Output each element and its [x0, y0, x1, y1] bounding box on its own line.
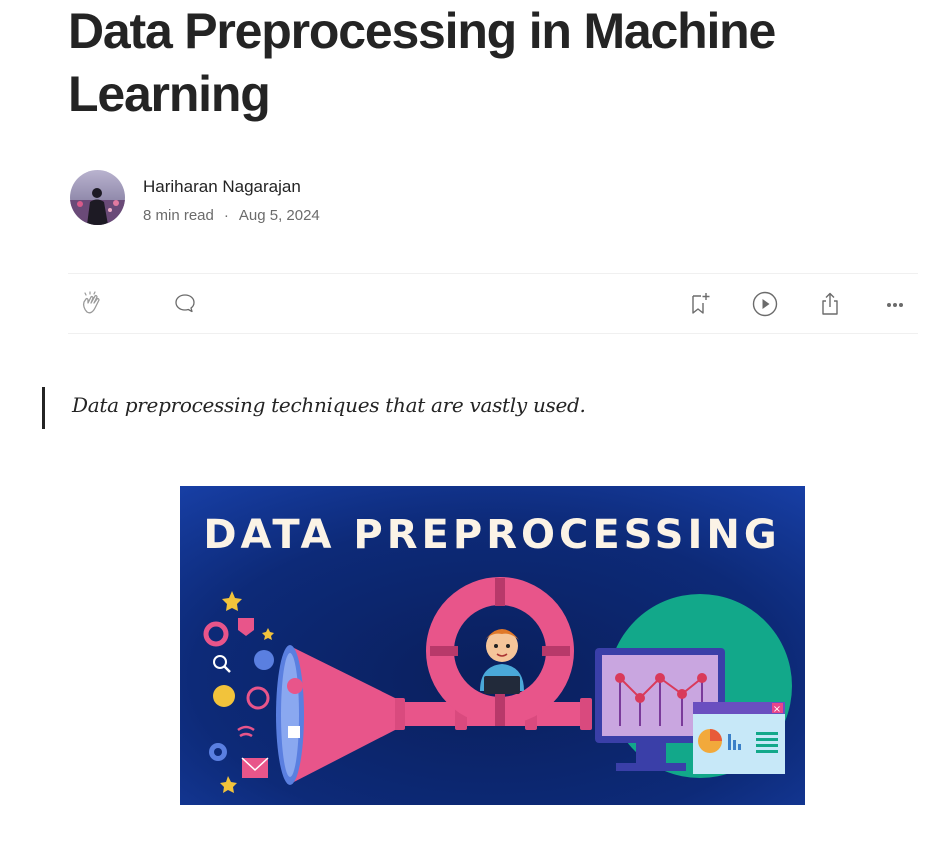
svg-text:×: × — [773, 704, 781, 715]
clap-icon[interactable] — [78, 290, 106, 318]
article-meta: 8 min read · Aug 5, 2024 — [143, 207, 320, 224]
share-icon[interactable] — [816, 290, 844, 318]
subtitle-text: Data preprocessing techniques that are v… — [72, 393, 586, 417]
author-name[interactable]: Hariharan Nagarajan — [143, 177, 301, 197]
read-time: 8 min read — [143, 207, 214, 224]
avatar-image — [70, 170, 125, 225]
publish-date: Aug 5, 2024 — [238, 207, 320, 224]
bookmark-add-icon[interactable] — [686, 290, 714, 318]
article-subtitle-quote: Data preprocessing techniques that are v… — [42, 387, 905, 429]
hero-image: DATA PREPROCESSING × — [180, 486, 805, 805]
meta-separator: · — [223, 207, 229, 224]
more-icon[interactable] — [881, 290, 909, 318]
comment-icon[interactable] — [171, 290, 199, 318]
article-action-bar — [68, 273, 918, 334]
author-avatar[interactable] — [70, 170, 125, 225]
hero-heading: DATA PREPROCESSING — [203, 512, 780, 558]
article-title: Data Preprocessing in Machine Learning — [68, 3, 776, 122]
play-icon[interactable] — [751, 290, 779, 318]
